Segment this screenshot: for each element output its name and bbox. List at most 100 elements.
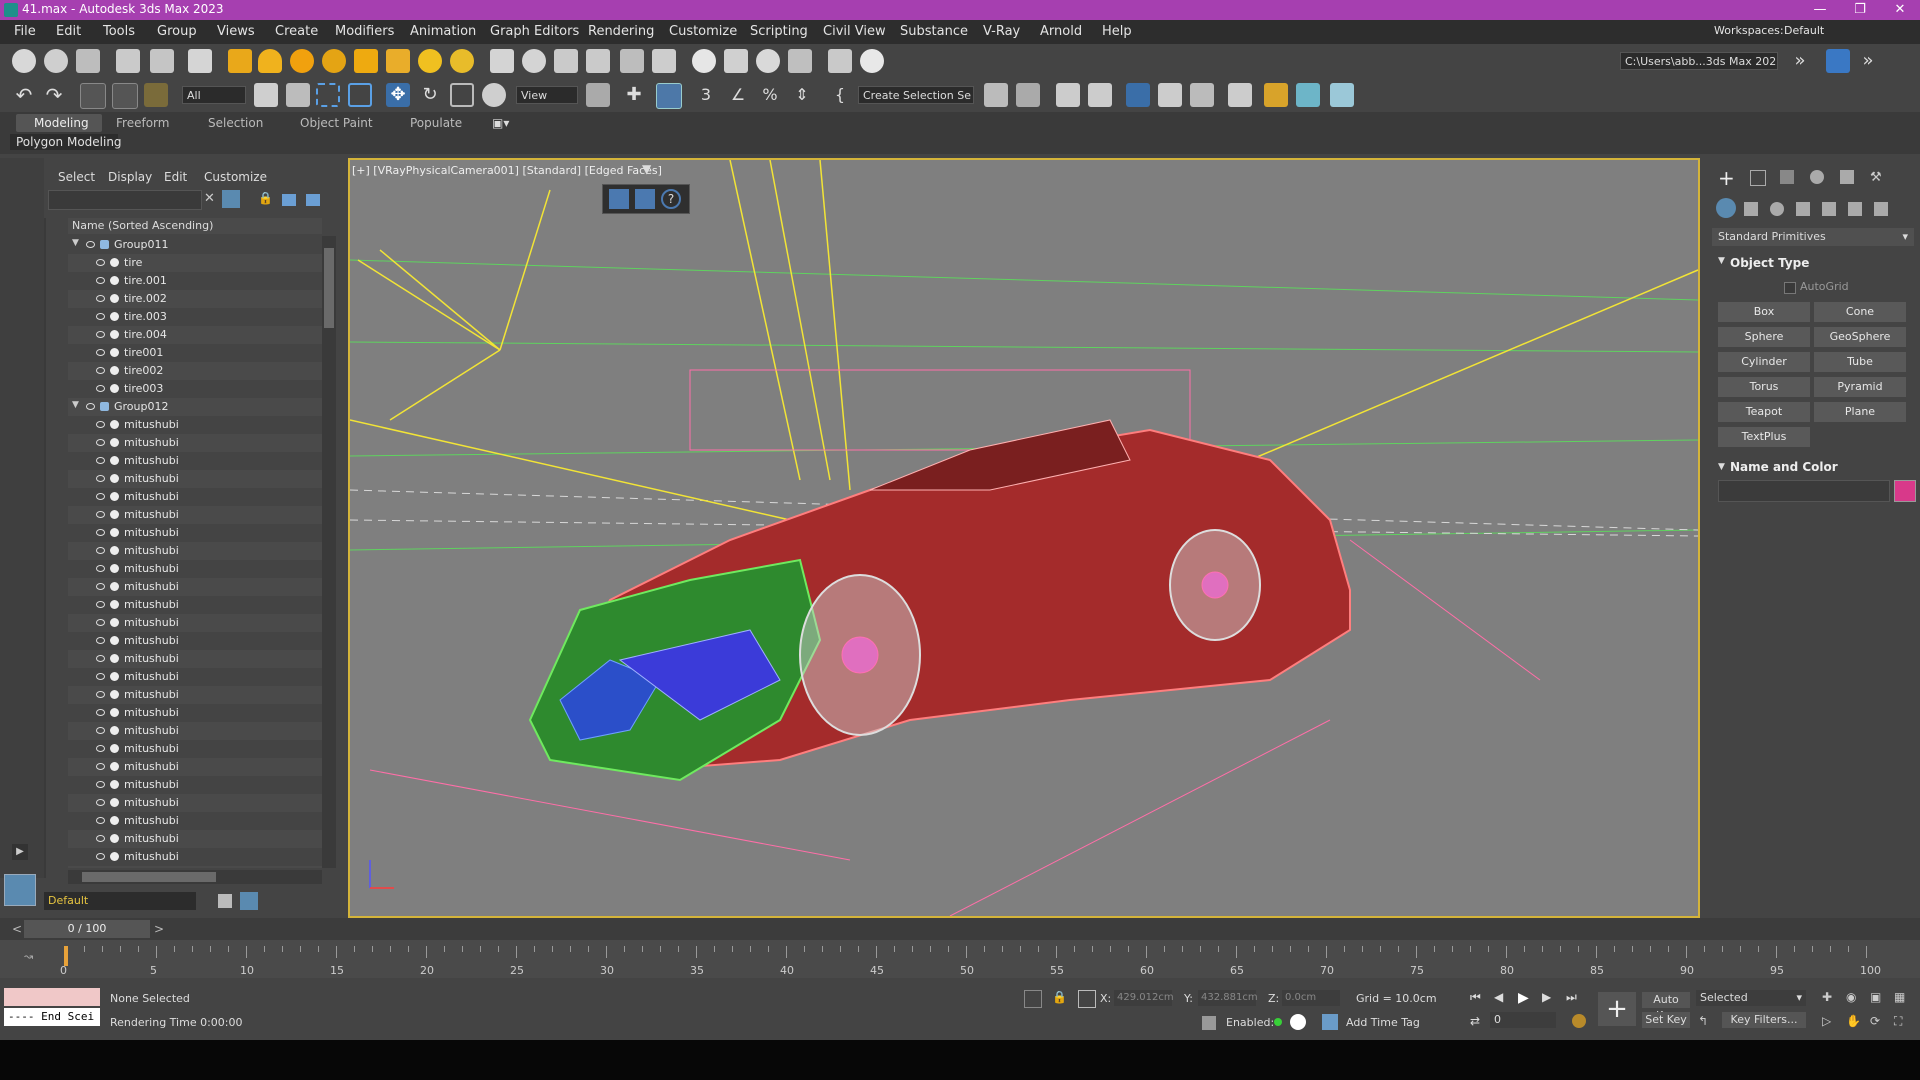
visibility-eye-icon[interactable]	[96, 673, 105, 680]
auto-key-button[interactable]: Auto Key	[1642, 992, 1690, 1022]
vray-logo-icon[interactable]	[860, 49, 884, 73]
keyboard-shortcut-toggle-icon[interactable]	[656, 83, 682, 109]
project-path-dropdown[interactable]: C:\Users\abb...3ds Max 2023	[1620, 52, 1778, 70]
visibility-eye-icon[interactable]	[96, 295, 105, 302]
tree-object-row[interactable]: mitushubi	[68, 830, 322, 848]
visibility-eye-icon[interactable]	[96, 421, 105, 428]
material-editor-toolbar-icon[interactable]	[1228, 83, 1252, 107]
tree-object-row[interactable]: mitushubi	[68, 794, 322, 812]
scene-explorer-toggle-icon[interactable]	[1056, 83, 1080, 107]
set-key-button[interactable]: Set Key	[1642, 1012, 1690, 1028]
reference-coordinate-dropdown[interactable]: View	[516, 86, 578, 104]
menu-views[interactable]: Views	[217, 24, 255, 39]
visibility-eye-icon[interactable]	[96, 331, 105, 338]
go-to-end-icon[interactable]: ⏭	[1566, 990, 1577, 1005]
spacewarps-category-icon[interactable]	[1848, 202, 1862, 216]
explorer-horizontal-scrollbar[interactable]	[68, 870, 322, 884]
visibility-eye-icon[interactable]	[96, 385, 105, 392]
lock-icon[interactable]: 🔒	[258, 191, 273, 205]
utilities-tab-icon[interactable]: ⚒	[1870, 170, 1884, 185]
vray-environment-icon[interactable]	[788, 49, 812, 73]
go-to-start-icon[interactable]: ⏮	[1470, 990, 1481, 1005]
curve-editor-mini-icon[interactable]: ↝	[24, 950, 33, 963]
motion-tab-icon[interactable]	[1810, 170, 1824, 184]
tree-object-row[interactable]: mitushubi	[68, 452, 322, 470]
menu-customize[interactable]: Customize	[669, 24, 737, 39]
menu-graph-editors[interactable]: Graph Editors	[490, 24, 579, 39]
layer-explorer-icon[interactable]	[1088, 83, 1112, 107]
explorer-search-input[interactable]	[48, 190, 202, 210]
set-key-big-button[interactable]: +	[1598, 992, 1636, 1026]
select-by-name-icon[interactable]	[286, 83, 310, 107]
menu-rendering[interactable]: Rendering	[588, 24, 654, 39]
undo-icon[interactable]: ↶	[12, 83, 36, 107]
vray-toon-icon[interactable]	[756, 49, 780, 73]
tree-object-row[interactable]: mitushubi	[68, 434, 322, 452]
expand-toggle-icon[interactable]: ▼	[72, 238, 79, 248]
vray-decal-icon[interactable]	[586, 49, 610, 73]
tree-object-row[interactable]: mitushubi	[68, 668, 322, 686]
material-editor-icon[interactable]	[188, 49, 212, 73]
vray-frame-buffer-icon[interactable]	[828, 49, 852, 73]
z-coordinate-field[interactable]: 0.0cm	[1282, 990, 1340, 1006]
visibility-eye-icon[interactable]	[96, 349, 105, 356]
visibility-eye-icon[interactable]	[96, 565, 105, 572]
time-slider-prev[interactable]: <	[12, 922, 22, 936]
expand-chevron-icon-2[interactable]: »	[1856, 49, 1880, 73]
tree-group-row[interactable]: ▼ Group012	[68, 398, 322, 416]
light-icon[interactable]	[228, 49, 252, 73]
orbit-icon[interactable]: ⟳	[1870, 1014, 1880, 1028]
ribbon-options-icon[interactable]: ▣▾	[492, 116, 509, 130]
maximize-viewport-icon[interactable]: ⛶	[1894, 1014, 1902, 1029]
menu-substance[interactable]: Substance	[900, 24, 968, 39]
menu-help[interactable]: Help	[1102, 24, 1132, 39]
select-object-icon[interactable]	[254, 83, 278, 107]
visibility-eye-icon[interactable]	[86, 241, 95, 248]
menu-vray[interactable]: V-Ray	[983, 24, 1020, 39]
move-icon[interactable]: ✥	[386, 83, 410, 107]
visibility-eye-icon[interactable]	[96, 853, 105, 860]
minimize-button[interactable]: —	[1800, 0, 1840, 20]
tree-object-row[interactable]: mitushubi	[68, 560, 322, 578]
menu-arnold[interactable]: Arnold	[1040, 24, 1082, 39]
visibility-eye-icon[interactable]	[96, 457, 105, 464]
menu-create[interactable]: Create	[275, 24, 318, 39]
tree-object-row[interactable]: mitushubi	[68, 524, 322, 542]
ies-light-icon[interactable]	[322, 49, 346, 73]
tree-object-row[interactable]: tire001	[68, 344, 322, 362]
sky-icon[interactable]	[450, 49, 474, 73]
tree-object-row[interactable]: mitushubi	[68, 866, 322, 868]
key-filters-button[interactable]: Key Filters...	[1722, 1012, 1806, 1028]
track-bar[interactable]: ↝ 0 5 10 15 20 25 30 35 40 45 50 55 60 65 70 75 80 85 90 95…	[0, 940, 1920, 978]
tree-object-row[interactable]: mitushubi	[68, 470, 322, 488]
expand-side-icon[interactable]: ▶	[12, 844, 28, 860]
ribbon-tab-selection[interactable]: Selection	[208, 116, 263, 130]
visibility-eye-icon[interactable]	[86, 403, 95, 410]
tree-object-row[interactable]: tire.001	[68, 272, 322, 290]
visibility-eye-icon[interactable]	[96, 655, 105, 662]
helpers-category-icon[interactable]	[1822, 202, 1836, 216]
geosphere-button[interactable]: GeoSphere	[1814, 327, 1906, 347]
explorer-vertical-scrollbar[interactable]	[322, 236, 336, 868]
textplus-button[interactable]: TextPlus	[1718, 427, 1810, 447]
visibility-eye-icon[interactable]	[96, 313, 105, 320]
curve-editor-icon[interactable]	[1158, 83, 1182, 107]
rendered-frame-window-icon[interactable]	[1296, 83, 1320, 107]
visibility-eye-icon[interactable]	[96, 799, 105, 806]
tree-object-row[interactable]: mitushubi	[68, 488, 322, 506]
mesh-light-icon[interactable]	[386, 49, 410, 73]
enabled-toggle[interactable]	[1290, 1014, 1306, 1030]
tree-object-row[interactable]: mitushubi	[68, 578, 322, 596]
expand-chevron-icon[interactable]: »	[1788, 49, 1812, 73]
tree-object-row[interactable]: mitushubi	[68, 812, 322, 830]
visibility-eye-icon[interactable]	[96, 637, 105, 644]
systems-category-icon[interactable]	[1874, 202, 1888, 216]
zoom-all-icon[interactable]: ◉	[1846, 990, 1856, 1004]
tree-object-row[interactable]: mitushubi	[68, 722, 322, 740]
tree-object-row[interactable]: mitushubi	[68, 650, 322, 668]
tree-object-row[interactable]: tire.002	[68, 290, 322, 308]
visibility-eye-icon[interactable]	[96, 709, 105, 716]
field-of-view-icon[interactable]: ▷	[1822, 1014, 1831, 1028]
pan-icon[interactable]: ✋	[1846, 1014, 1861, 1028]
explorer-tab-display[interactable]: Display	[108, 170, 152, 184]
